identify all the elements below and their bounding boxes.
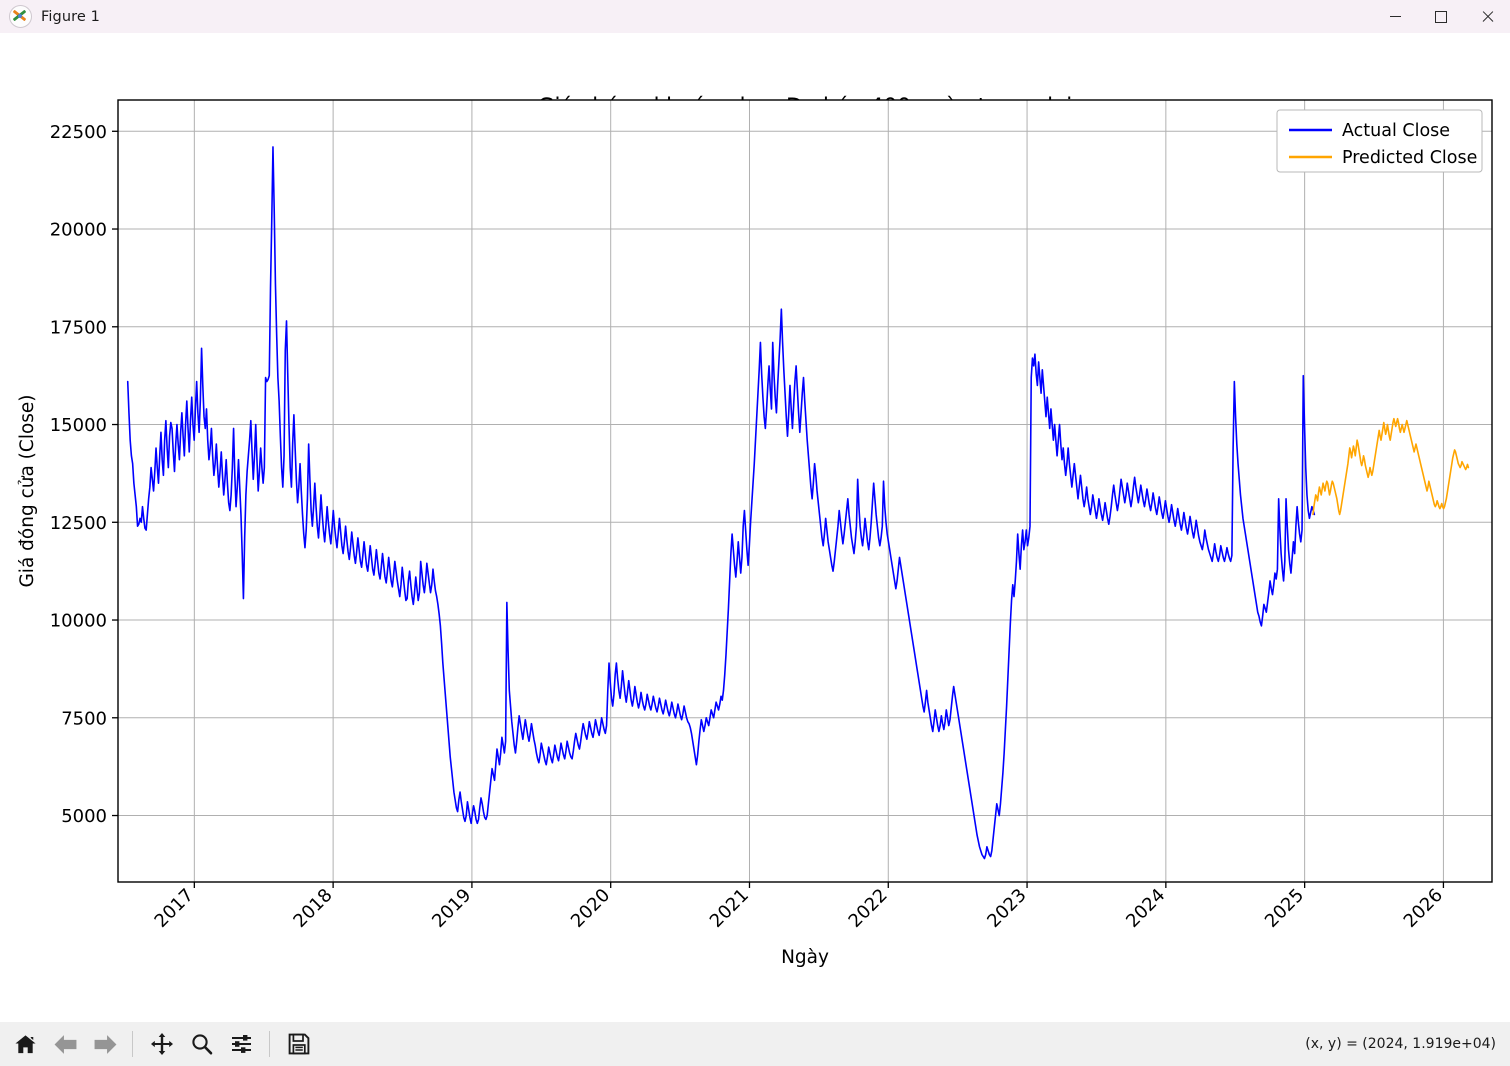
matplotlib-icon	[9, 5, 32, 28]
y-tick-label: 7500	[61, 708, 107, 729]
y-axis-label: Giá đóng cửa (Close)	[17, 394, 38, 587]
zoom-magnifier-icon[interactable]	[183, 1025, 221, 1063]
minimize-button[interactable]	[1372, 0, 1418, 33]
y-tick-label: 5000	[61, 806, 107, 827]
coordinate-readout: (x, y) = (2024, 1.919e+04)	[1305, 1036, 1496, 1052]
window-title: Figure 1	[41, 8, 100, 25]
toolbar-separator	[132, 1031, 133, 1057]
y-tick-label: 17500	[50, 317, 107, 338]
x-axis-label: Ngày	[781, 947, 829, 968]
chart-legend[interactable]: Actual Close Predicted Close	[1276, 109, 1483, 173]
maximize-button[interactable]	[1418, 0, 1464, 33]
forward-arrow-icon[interactable]	[86, 1025, 124, 1063]
matplotlib-axes[interactable]: Giá chứng khoán abc : Dự báo 400 ngày tư…	[0, 33, 1510, 1022]
home-icon[interactable]	[6, 1025, 44, 1063]
plot-area-background	[118, 100, 1492, 882]
legend-label: Predicted Close	[1342, 148, 1477, 168]
legend-label: Actual Close	[1342, 121, 1450, 141]
y-tick-label: 20000	[50, 220, 107, 241]
pan-move-icon[interactable]	[143, 1025, 181, 1063]
window-controls	[1372, 0, 1510, 33]
close-button[interactable]	[1464, 0, 1510, 33]
y-tick-label: 15000	[50, 415, 107, 436]
y-tick-label: 12500	[50, 513, 107, 534]
figure-window: Figure 1 Giá chứng khoán abc : Dự báo 40…	[0, 0, 1510, 1066]
y-tick-label: 10000	[50, 611, 107, 632]
toolbar-separator-2	[269, 1031, 270, 1057]
y-tick-label: 22500	[50, 122, 107, 143]
figure-canvas[interactable]: Giá chứng khoán abc : Dự báo 400 ngày tư…	[0, 33, 1510, 1022]
back-arrow-icon[interactable]	[46, 1025, 84, 1063]
window-titlebar: Figure 1	[0, 0, 1510, 34]
save-floppy-icon[interactable]	[280, 1025, 318, 1063]
configure-subplots-icon[interactable]	[223, 1025, 261, 1063]
navigation-toolbar: (x, y) = (2024, 1.919e+04)	[0, 1022, 1510, 1066]
